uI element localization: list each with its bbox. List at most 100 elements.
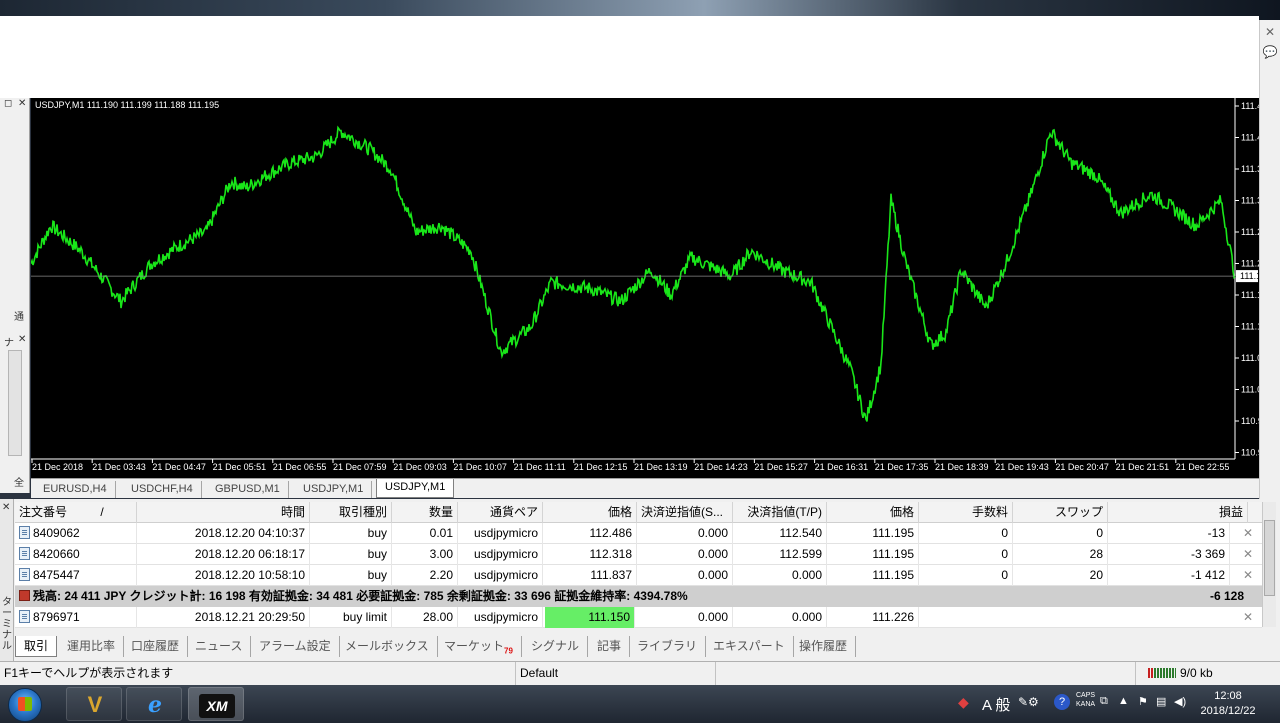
column-header[interactable]: 価格 bbox=[543, 502, 637, 523]
start-button[interactable] bbox=[8, 688, 42, 722]
column-header[interactable]: 決済逆指値(S... bbox=[637, 502, 733, 523]
price-chart[interactable]: 111.465 111.415 111.365 111.315 111.265 111.2… bbox=[31, 98, 1259, 478]
close-order-icon[interactable]: ✕ bbox=[1242, 523, 1254, 544]
time-cell: 2018.12.20 10:58:10 bbox=[137, 565, 310, 586]
close-order-icon[interactable]: ✕ bbox=[1242, 607, 1254, 628]
price-label: 111.015 bbox=[1241, 385, 1259, 395]
caps-text: CAPS bbox=[1076, 692, 1096, 699]
chart-tab-active[interactable]: USDJPY,M1 bbox=[376, 479, 455, 498]
time-label: 21 Dec 16:31 bbox=[815, 462, 869, 472]
time-label: 21 Dec 11:11 bbox=[514, 462, 566, 472]
sort-icon: / bbox=[100, 505, 104, 519]
current-price-cell: 111.195 bbox=[827, 544, 919, 565]
flag-icon[interactable]: ◆ bbox=[958, 694, 969, 723]
tab-trade[interactable]: 取引 bbox=[15, 636, 58, 657]
taskbar-app-xm[interactable]: XM bbox=[188, 687, 244, 721]
tab-news[interactable]: ニュース bbox=[187, 636, 252, 657]
column-header[interactable]: 時間 bbox=[137, 502, 310, 523]
scrollbar[interactable] bbox=[8, 350, 22, 456]
taskbar-app-v[interactable]: V bbox=[66, 687, 122, 721]
time-label: 21 Dec 05:51 bbox=[213, 462, 267, 472]
volume-cell: 2.20 bbox=[392, 565, 458, 586]
order-icon bbox=[19, 526, 30, 539]
caps-indicator: CAPS KANA bbox=[1076, 691, 1095, 723]
column-header[interactable]: 通貨ペア bbox=[458, 502, 543, 523]
chart-tab[interactable]: USDCHF,H4 bbox=[123, 481, 202, 498]
close-icon[interactable]: ✕ bbox=[18, 98, 26, 109]
connection-status[interactable]: 9/0 kb bbox=[1144, 662, 1280, 685]
column-header[interactable]: 損益 bbox=[1108, 502, 1248, 523]
scrollbar-thumb[interactable] bbox=[1264, 520, 1275, 596]
close-icon[interactable]: ✕ bbox=[1262, 24, 1278, 40]
tray-expand-icon[interactable]: ▲ bbox=[1118, 695, 1129, 723]
clock[interactable]: 12:08 2018/12/22 bbox=[1188, 689, 1268, 719]
table-row[interactable]: 8420660 2018.12.20 06:18:17 buy 3.00 usd… bbox=[15, 544, 1262, 565]
swap-cell: 0 bbox=[1013, 523, 1108, 544]
ime-tools-icon[interactable]: ✎⚙ bbox=[1018, 695, 1039, 723]
current-price-cell: 111.195 bbox=[827, 523, 919, 544]
close-icon[interactable]: ✕ bbox=[2, 503, 12, 513]
time-label: 21 Dec 09:03 bbox=[393, 462, 447, 472]
ie-logo: e bbox=[148, 692, 162, 718]
tab-experts[interactable]: エキスパート bbox=[705, 636, 794, 657]
type-cell: buy bbox=[310, 565, 392, 586]
tab-market[interactable]: マーケット79 bbox=[436, 636, 522, 657]
profile-name[interactable]: Default bbox=[516, 662, 716, 685]
column-header[interactable]: 数量 bbox=[392, 502, 458, 523]
close-order-icon[interactable]: ✕ bbox=[1242, 565, 1254, 586]
price-label: 110.965 bbox=[1241, 416, 1259, 426]
tab-alerts[interactable]: アラーム設定 bbox=[251, 636, 340, 657]
tp-cell: 0.000 bbox=[733, 565, 827, 586]
commission-cell: 0 bbox=[919, 544, 1013, 565]
table-row[interactable]: 8409062 2018.12.20 04:10:37 buy 0.01 usd… bbox=[15, 523, 1262, 544]
tab-library[interactable]: ライブラリ bbox=[629, 636, 707, 657]
profit-cell: -3 369 bbox=[1108, 544, 1230, 565]
xm-logo: XM bbox=[199, 694, 235, 718]
price-series-line bbox=[31, 125, 1236, 422]
account-summary-row: 残高: 24 411 JPY クレジット計: 16 198 有効証拠金: 34 … bbox=[15, 586, 1262, 607]
action-center-icon[interactable]: ⚑ bbox=[1138, 695, 1148, 723]
chart-tab[interactable]: EURUSD,H4 bbox=[35, 481, 116, 498]
tab-history[interactable]: 口座履歴 bbox=[123, 636, 189, 657]
tab-signals[interactable]: シグナル bbox=[523, 636, 589, 657]
table-row[interactable]: 8475447 2018.12.20 10:58:10 buy 2.20 usd… bbox=[15, 565, 1262, 586]
tab-journal[interactable]: 操作履歴 bbox=[791, 636, 857, 657]
pending-order-row[interactable]: 8796971 2018.12.21 20:29:50 buy limit 28… bbox=[15, 607, 1262, 628]
order-icon bbox=[19, 610, 30, 623]
tab-mailbox[interactable]: メールボックス bbox=[337, 636, 438, 657]
panel-tab[interactable]: 全 bbox=[14, 474, 24, 489]
type-cell: buy bbox=[310, 544, 392, 565]
column-header[interactable]: 価格 bbox=[827, 502, 919, 523]
volume-icon[interactable]: ◀) bbox=[1174, 695, 1186, 723]
tray-icon[interactable]: ⧉ bbox=[1100, 695, 1108, 723]
column-header[interactable]: 決済指値(T/P) bbox=[733, 502, 827, 523]
ime-indicator[interactable]: A 般 bbox=[982, 694, 1010, 723]
ticket: 8420660 bbox=[33, 547, 80, 561]
tab-articles[interactable]: 記事 bbox=[589, 636, 631, 657]
close-order-icon[interactable]: ✕ bbox=[1242, 544, 1254, 565]
terminal-scrollbar[interactable] bbox=[1262, 502, 1276, 627]
taskbar-app-ie[interactable]: e bbox=[126, 687, 182, 721]
price-label: 111.115 bbox=[1241, 322, 1259, 332]
price-label: 111.215 bbox=[1241, 259, 1259, 269]
time-label: 21 Dec 17:35 bbox=[875, 462, 929, 472]
toolbar-area bbox=[0, 16, 1259, 98]
chart-tab[interactable]: GBPUSD,M1 bbox=[207, 481, 289, 498]
column-header-ticket[interactable]: 注文番号 / bbox=[15, 502, 137, 523]
price-label: 111.365 bbox=[1241, 164, 1259, 174]
price-label: 111.265 bbox=[1241, 227, 1259, 237]
column-header[interactable]: 手数料 bbox=[919, 502, 1013, 523]
chat-icon[interactable]: 💬 bbox=[1262, 44, 1278, 60]
tab-exposure[interactable]: 運用比率 bbox=[59, 636, 125, 657]
price-label: 110.915 bbox=[1241, 448, 1259, 458]
close-icon[interactable]: ✕ bbox=[18, 334, 26, 345]
column-header[interactable]: スワップ bbox=[1013, 502, 1108, 523]
chart-tab[interactable]: USDJPY,M1 bbox=[295, 481, 373, 498]
help-icon[interactable]: ? bbox=[1054, 694, 1070, 710]
market-badge: 79 bbox=[504, 646, 513, 656]
panel-pin-icon[interactable]: ◻ bbox=[4, 98, 12, 109]
network-icon[interactable]: ▤ bbox=[1156, 695, 1166, 723]
time-label: 21 Dec 04:47 bbox=[152, 462, 206, 472]
column-header[interactable]: 取引種別 bbox=[310, 502, 392, 523]
ticket-cell: 8475447 bbox=[15, 565, 137, 586]
